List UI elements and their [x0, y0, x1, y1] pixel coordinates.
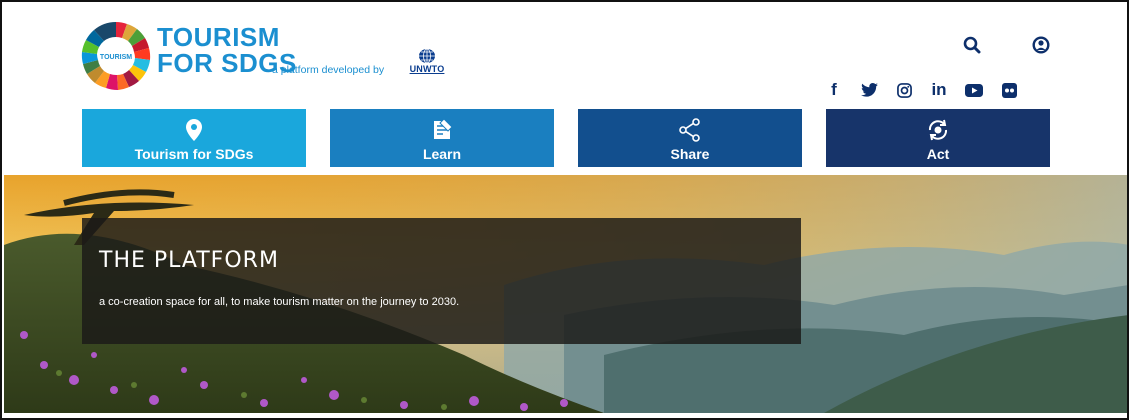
globe-icon [419, 48, 435, 64]
instagram-icon[interactable] [890, 80, 918, 100]
book-icon [431, 118, 453, 142]
user-account-icon[interactable] [1031, 35, 1051, 55]
search-icon[interactable] [962, 35, 982, 55]
share-icon [678, 118, 702, 142]
nav-tab-learn[interactable]: Learn [330, 109, 554, 167]
nav-tab-label: Learn [422, 146, 462, 162]
nav-tab-act[interactable]: Act [826, 109, 1050, 167]
hero-caption-box: THE PLATFORM a co-creation space for all… [82, 218, 801, 344]
nav-tab-label: Tourism for SDGs [134, 146, 254, 162]
linkedin-icon[interactable]: in [925, 80, 953, 100]
map-pin-icon [186, 118, 202, 142]
main-nav: Tourism for SDGs Learn Share Act [82, 109, 1050, 167]
page-frame: TOURISM TOURISM FOR SDGS a platform deve… [0, 0, 1129, 420]
nav-tab-label: Share [670, 146, 710, 162]
social-links: f in [820, 80, 1030, 100]
act-cycle-icon [926, 118, 950, 142]
flickr-icon[interactable] [995, 80, 1023, 100]
linkedin-letters: in [931, 80, 947, 99]
logo-subtitle: a platform developed by [272, 64, 385, 76]
wheel-text: TOURISM [100, 54, 132, 61]
facebook-letter: f [831, 80, 837, 99]
hero-subtitle: a co-creation space for all, to make tou… [99, 296, 460, 308]
unwto-label: UNWTO [409, 64, 445, 74]
twitter-icon[interactable] [855, 80, 883, 100]
facebook-icon[interactable]: f [820, 80, 848, 100]
hero-title: THE PLATFORM [99, 248, 279, 273]
unwto-logo[interactable]: UNWTO [408, 48, 446, 82]
youtube-icon[interactable] [960, 80, 988, 100]
nav-tab-label: Act [926, 146, 950, 162]
site-logo[interactable]: TOURISM TOURISM FOR SDGS a platform deve… [80, 20, 444, 92]
logo-title-line1: TOURISM [157, 22, 280, 52]
sdg-wheel-logo: TOURISM [81, 21, 151, 91]
nav-tab-share[interactable]: Share [578, 109, 802, 167]
nav-tab-tourism-for-sdgs[interactable]: Tourism for SDGs [82, 109, 306, 167]
